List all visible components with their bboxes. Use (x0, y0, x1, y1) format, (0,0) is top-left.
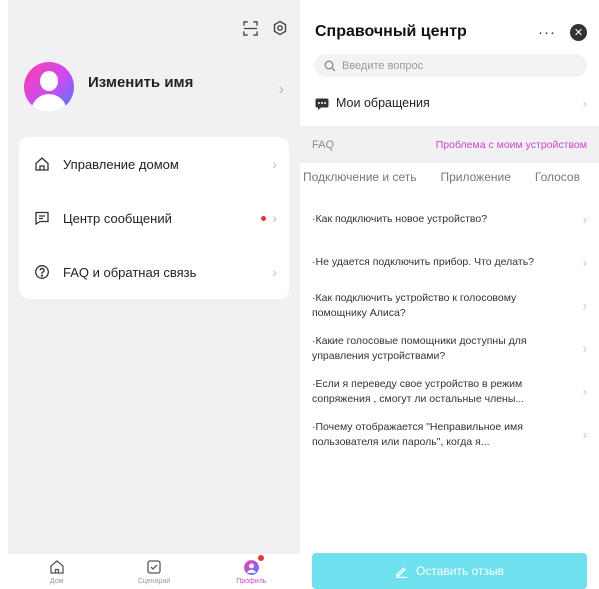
tab-connection-network[interactable]: Подключение и сеть (303, 170, 416, 184)
faq-label: FAQ (312, 138, 335, 151)
question-text: ·Как подключить устройство к голосовому … (312, 291, 517, 319)
question-text: ·Если я переведу свое устройство в режим… (312, 377, 525, 405)
profile-icon (242, 555, 265, 576)
question-text: ·Почему отображается "Неправильное имя п… (312, 420, 523, 448)
message-icon (33, 209, 51, 227)
bottom-nav: Дом Сценарий Профиль (8, 554, 300, 589)
menu-item-label: FAQ и обратная связь (63, 264, 197, 280)
home-icon (48, 558, 66, 576)
chevron-right-icon: › (272, 156, 277, 172)
menu-item-label: Центр сообщений (63, 210, 172, 226)
profile-row[interactable]: Изменить имя › (24, 60, 284, 114)
profile-panel: Изменить имя › Управление домом › Центр … (8, 0, 300, 589)
avatar (24, 62, 74, 112)
search-icon (324, 60, 336, 72)
list-item[interactable]: ·Не удается подключить прибор. Что делат… (312, 241, 587, 284)
nav-tab-label: Профиль (236, 578, 267, 585)
notification-dot (261, 215, 267, 221)
chevron-right-icon: › (278, 81, 284, 98)
list-item[interactable]: ·Как подключить устройство к голосовому … (312, 284, 587, 327)
question-text: ·Не удается подключить прибор. Что делат… (312, 256, 535, 268)
chevron-right-icon: › (582, 341, 587, 356)
profile-name: Изменить имя (88, 73, 194, 91)
chevron-right-icon: › (582, 255, 587, 270)
tab-voice[interactable]: Голосов (535, 170, 580, 184)
question-text: ·Как подключить новое устройство? (312, 213, 488, 225)
chevron-right-icon: › (582, 95, 587, 111)
list-item[interactable]: ·Если я переведу свое устройство в режим… (312, 370, 587, 413)
help-center-panel: Справочный центр ··· ✕ Мои обращения › F… (300, 0, 599, 589)
tab-application[interactable]: Приложение (440, 170, 510, 184)
nav-tab-label: Сценарий (137, 578, 171, 585)
nav-tab-scenario[interactable]: Сценарий (105, 554, 202, 589)
close-icon[interactable]: ✕ (570, 23, 587, 41)
search-input[interactable] (342, 59, 577, 72)
chevron-right-icon: › (272, 210, 277, 226)
nav-tab-label: Дом (49, 578, 64, 585)
scan-icon[interactable] (242, 20, 258, 36)
help-header: Справочный центр ··· ✕ (315, 20, 587, 44)
leave-feedback-button[interactable]: Оставить отзыв (312, 553, 587, 589)
more-icon[interactable]: ··· (538, 24, 556, 41)
nav-tab-home[interactable]: Дом (8, 554, 105, 589)
top-toolbar (242, 20, 288, 36)
leave-feedback-label: Оставить отзыв (416, 564, 504, 578)
nav-tab-profile[interactable]: Профиль (203, 554, 300, 589)
feedback-footer: Оставить отзыв (300, 545, 599, 589)
menu-item-label: Управление домом (63, 156, 179, 172)
faq-list: ·Как подключить новое устройство? › ·Не … (312, 198, 587, 456)
menu-item-faq-feedback[interactable]: FAQ и обратная связь › (19, 245, 289, 299)
list-item[interactable]: ·Как подключить новое устройство? › (312, 198, 587, 241)
chevron-right-icon: › (582, 427, 587, 442)
edit-icon (395, 565, 408, 578)
page-title: Справочный центр (315, 23, 467, 40)
faq-bar: FAQ Проблема с моим устройством (300, 126, 599, 163)
search-bar[interactable] (314, 54, 587, 77)
device-problem-link[interactable]: Проблема с моим устройством (436, 139, 587, 151)
category-tabs: Подключение и сеть Приложение Голосов (300, 163, 599, 191)
notification-dot (258, 555, 265, 561)
my-requests-label: Мои обращения (336, 96, 430, 110)
home-icon (33, 155, 51, 173)
chevron-right-icon: › (582, 212, 587, 227)
menu-item-home-management[interactable]: Управление домом › (19, 137, 289, 191)
menu-card: Управление домом › Центр сообщений › FAQ (19, 137, 289, 299)
chat-icon (315, 97, 329, 110)
chevron-right-icon: › (272, 264, 277, 280)
list-item[interactable]: ·Какие голосовые помощники доступны для … (312, 327, 587, 370)
my-requests-row[interactable]: Мои обращения › (315, 91, 587, 115)
menu-item-message-center[interactable]: Центр сообщений › (19, 191, 289, 245)
chevron-right-icon: › (582, 298, 587, 313)
settings-icon[interactable] (272, 20, 288, 36)
scenario-icon (145, 558, 163, 576)
chevron-right-icon: › (582, 384, 587, 399)
question-text: ·Какие голосовые помощники доступны для … (312, 334, 527, 362)
list-item[interactable]: ·Почему отображается "Неправильное имя п… (312, 413, 587, 456)
question-icon (33, 263, 51, 281)
